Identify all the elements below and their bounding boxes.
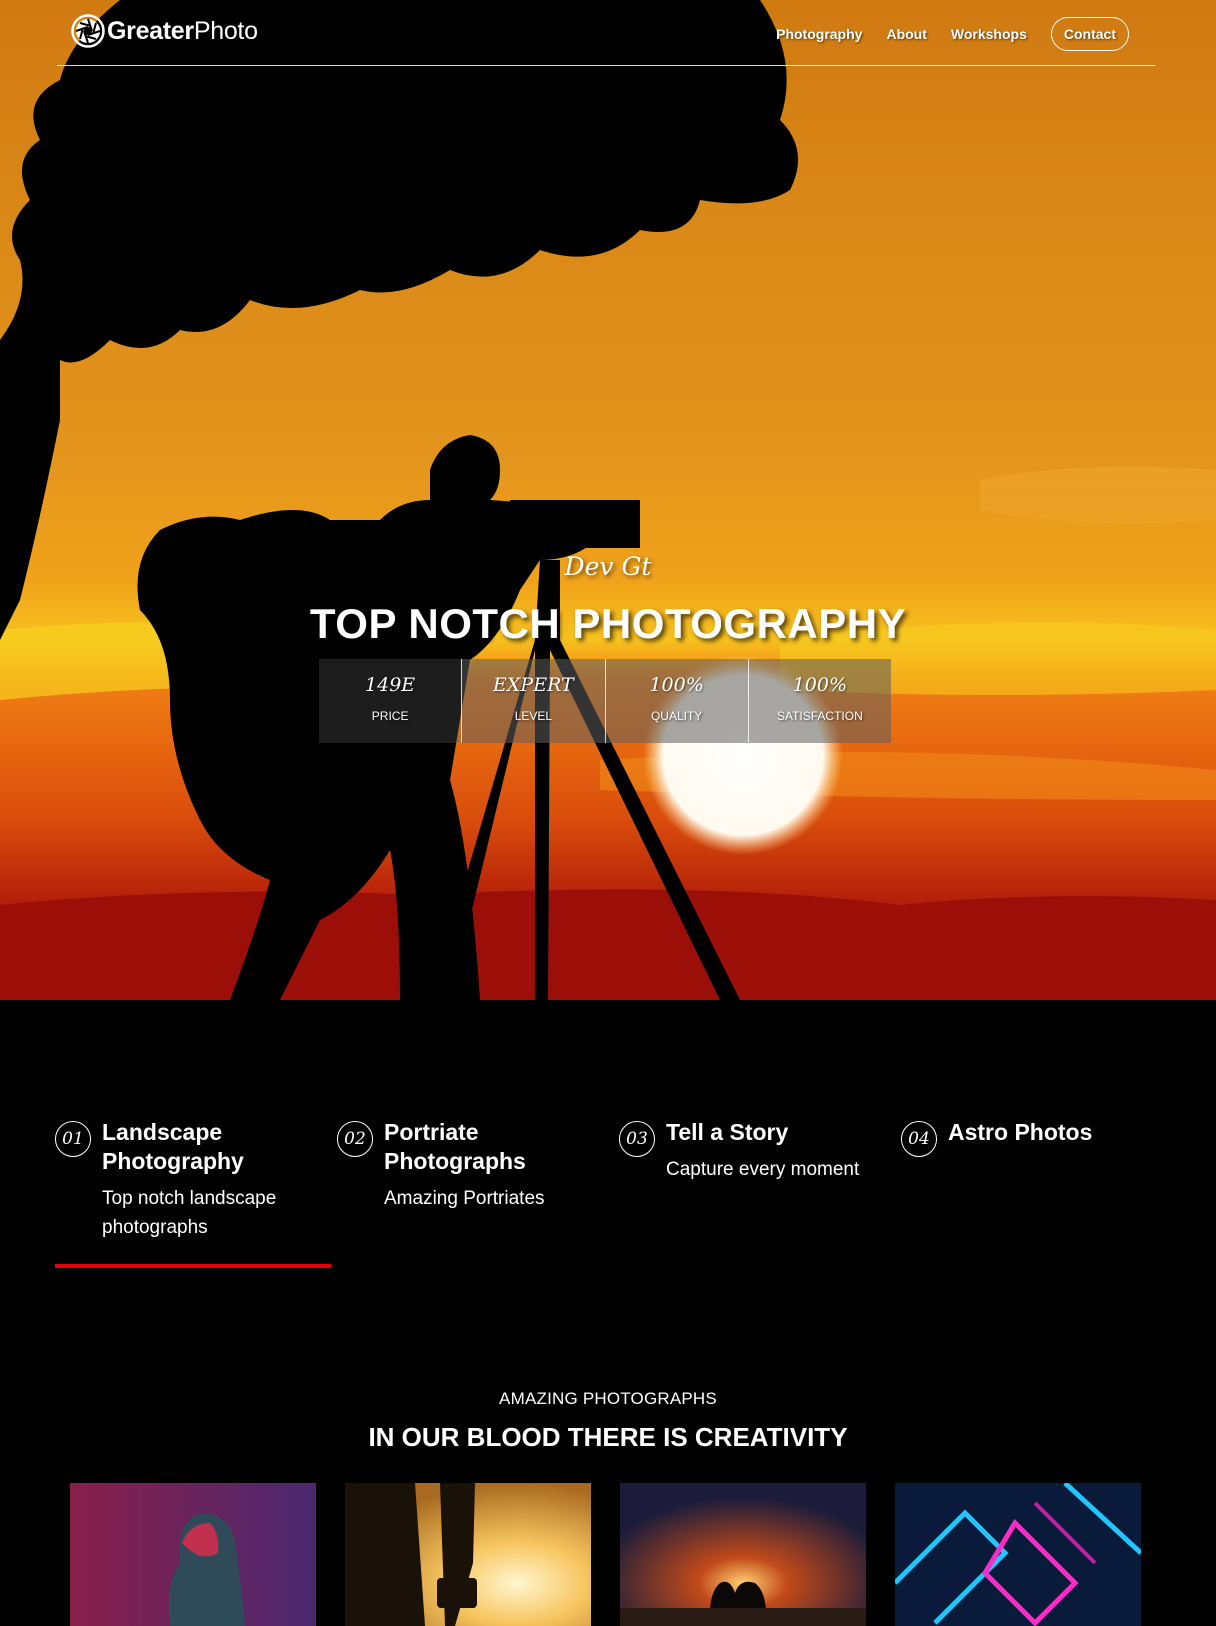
stat-quality: 100% QUALITY (604, 659, 748, 743)
logo[interactable]: GreaterPhoto (71, 14, 258, 48)
stat-level: EXPERT LEVEL (461, 659, 605, 743)
gallery-photo-camera[interactable] (345, 1483, 591, 1626)
stat-value: EXPERT (493, 674, 574, 696)
stat-value: 149E (365, 674, 416, 696)
logo-text: GreaterPhoto (107, 17, 258, 46)
feature-number: 02 (337, 1121, 373, 1157)
features-row: 01 Landscape Photography Top notch lands… (55, 1118, 1155, 1268)
stat-price: 149E PRICE (319, 659, 462, 743)
feature-title: Tell a Story (666, 1119, 789, 1145)
hero-subtitle: Dev Gt (564, 552, 652, 581)
gallery-photo-portrait[interactable] (70, 1483, 316, 1626)
nav-menu: Photography About Workshops Contact (752, 17, 1129, 51)
feature-title: Portriate Photographs (384, 1119, 526, 1174)
section-kicker: AMAZING PHOTOGRAPHS (499, 1389, 717, 1408)
stat-value: 100% (792, 674, 848, 696)
gallery-photo-neon[interactable] (895, 1483, 1141, 1626)
nav-link-about[interactable]: About (886, 26, 926, 42)
stat-label: QUALITY (650, 709, 703, 723)
feature-landscape[interactable]: 01 Landscape Photography Top notch lands… (55, 1118, 330, 1242)
hero-title: TOP NOTCH PHOTOGRAPHY (309, 600, 907, 647)
feature-description: Capture every moment (666, 1159, 860, 1180)
feature-title: Astro Photos (948, 1119, 1093, 1145)
section-title: IN OUR BLOOD THERE IS CREATIVITY (368, 1422, 848, 1452)
hero-background-image (0, 0, 1216, 1000)
nav-link-photography[interactable]: Photography (776, 26, 862, 42)
stat-satisfaction: 100% SATISFACTION (747, 659, 891, 743)
stat-label: PRICE (371, 709, 409, 723)
feature-portraits[interactable]: 02 Portriate Photographs Amazing Portria… (337, 1118, 612, 1213)
feature-number: 04 (901, 1121, 937, 1157)
navbar: GreaterPhoto Photography About Workshops… (57, 0, 1155, 66)
feature-description: Amazing Portriates (384, 1188, 545, 1209)
hero-section: GreaterPhoto Photography About Workshops… (0, 0, 1216, 1000)
active-feature-underline (55, 1264, 331, 1268)
feature-story[interactable]: 03 Tell a Story Capture every moment (619, 1118, 894, 1184)
aperture-icon (71, 14, 105, 48)
feature-title: Landscape Photography (102, 1119, 244, 1174)
stat-label: SATISFACTION (776, 709, 863, 723)
feature-number: 01 (55, 1121, 91, 1157)
nav-link-workshops[interactable]: Workshops (951, 26, 1027, 42)
stat-label: LEVEL (514, 709, 553, 723)
feature-description: Top notch landscape photographs (102, 1188, 277, 1238)
stat-value: 100% (649, 674, 704, 696)
logo-text-light: Photo (193, 16, 258, 45)
gallery-photo-story[interactable] (620, 1483, 866, 1626)
logo-text-bold: Greater (107, 16, 194, 45)
stats-bar: 149E PRICE EXPERT LEVEL 100% QUALITY 100… (319, 659, 891, 743)
feature-number: 03 (619, 1121, 655, 1157)
contact-button[interactable]: Contact (1050, 17, 1129, 51)
feature-astro[interactable]: 04 Astro Photos (901, 1118, 1176, 1157)
